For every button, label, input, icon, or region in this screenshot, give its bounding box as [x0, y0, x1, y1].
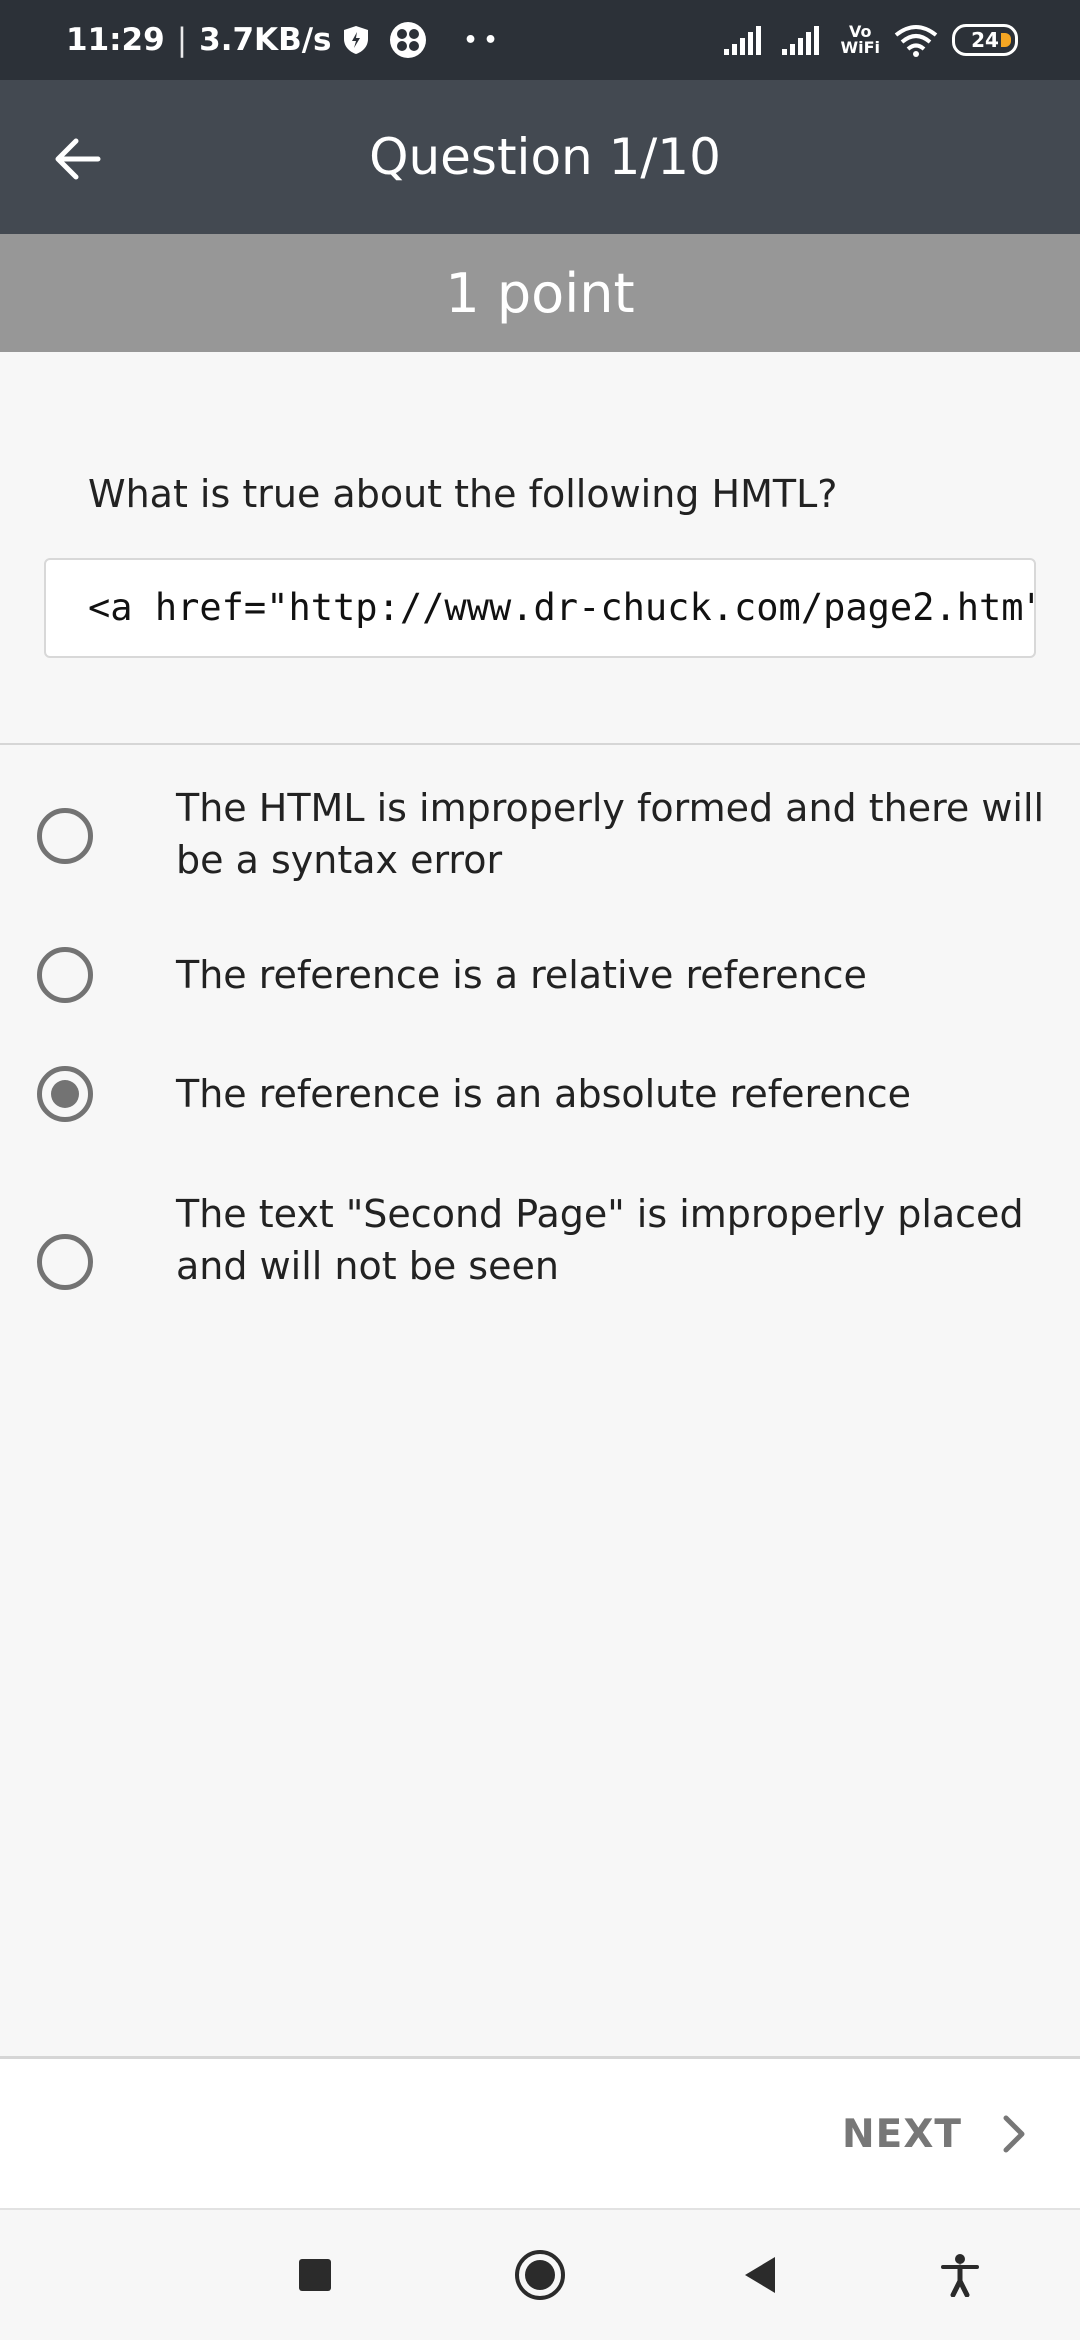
vowifi-indicator: Vo WiFi: [840, 24, 880, 56]
option-label: The text "Second Page" is improperly pla…: [176, 1192, 1024, 1288]
code-snippet[interactable]: <a href="http://www.dr-chuck.com/page2.h…: [44, 558, 1036, 658]
option-label: The reference is a relative reference: [176, 953, 867, 997]
status-right: Vo WiFi 24: [724, 0, 1018, 80]
status-separator: |: [176, 22, 188, 58]
battery-level: 24: [971, 28, 999, 52]
radio-button[interactable]: [37, 808, 93, 864]
signal-icon: [724, 26, 762, 55]
status-time: 11:29: [66, 22, 165, 58]
back-triangle-icon: [745, 2257, 775, 2293]
answer-option-1[interactable]: The HTML is improperly formed and there …: [0, 776, 1080, 896]
bottom-bar: NEXT: [0, 2056, 1080, 2210]
next-label: NEXT: [842, 2111, 962, 2157]
recents-square-icon: [299, 2259, 331, 2291]
back-nav-button[interactable]: [725, 2240, 795, 2310]
vowifi-line2: WiFi: [840, 38, 880, 57]
accessibility-button[interactable]: [925, 2240, 995, 2310]
signal-icon: [782, 26, 820, 55]
radio-button[interactable]: [37, 1234, 93, 1290]
divider: [0, 743, 1080, 745]
next-button[interactable]: NEXT: [842, 2059, 1026, 2209]
answer-option-2[interactable]: The reference is a relative reference: [0, 935, 1080, 1015]
radio-button-selected[interactable]: [37, 1066, 93, 1122]
camera-icon: [390, 22, 427, 58]
home-circle-icon: [515, 2250, 565, 2300]
status-left: 11:29 | 3.7KB/s ••: [66, 0, 504, 80]
question-text: What is true about the following HMTL?: [88, 472, 838, 516]
page-title: Question 1/10: [369, 128, 721, 186]
back-button[interactable]: [42, 124, 112, 194]
battery-icon: 24: [952, 24, 1018, 56]
home-button[interactable]: [505, 2240, 575, 2310]
more-dots-icon: ••: [463, 27, 504, 53]
accessibility-icon: [941, 2254, 979, 2297]
shield-icon: [344, 26, 369, 54]
answer-option-4[interactable]: The text "Second Page" is improperly pla…: [0, 1182, 1080, 1302]
status-bar: 11:29 | 3.7KB/s •• Vo WiFi 24: [0, 0, 1080, 80]
chevron-right-icon: [1003, 2115, 1025, 2153]
wifi-icon: [894, 25, 938, 57]
system-nav-bar: [0, 2210, 1080, 2340]
radio-button[interactable]: [37, 947, 93, 1003]
arrow-left-icon: [55, 138, 101, 180]
network-speed: 3.7KB/s: [199, 22, 332, 58]
app-bar: Question 1/10: [0, 80, 1080, 234]
option-label: The reference is an absolute reference: [176, 1072, 912, 1116]
points-label: 1 point: [445, 261, 635, 325]
option-label: The HTML is improperly formed and there …: [176, 786, 1045, 882]
answer-option-3[interactable]: The reference is an absolute reference: [0, 1054, 1080, 1134]
points-banner: 1 point: [0, 234, 1080, 352]
recents-button[interactable]: [280, 2240, 350, 2310]
